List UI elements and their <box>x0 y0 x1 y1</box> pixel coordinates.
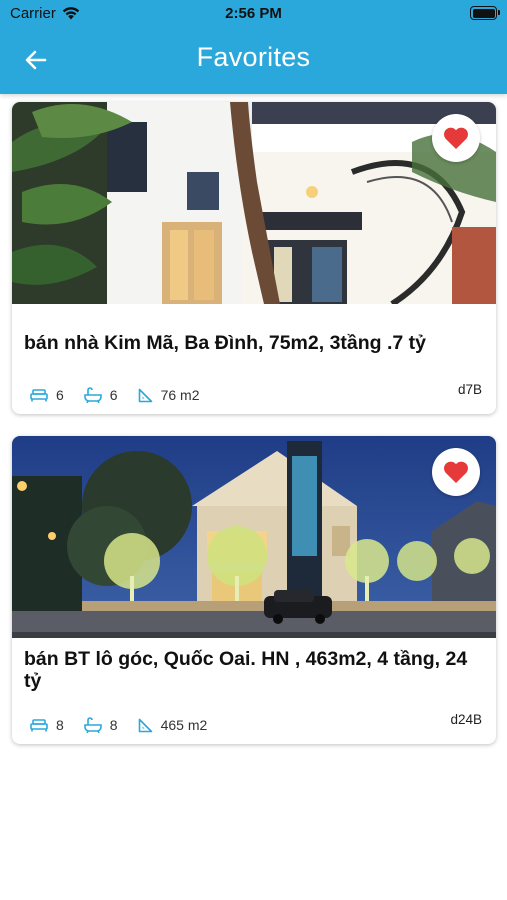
area-stat: 465 m2 <box>138 717 208 733</box>
set-square-icon <box>138 718 152 732</box>
bed-icon <box>30 389 48 402</box>
bedrooms-count: 6 <box>56 387 64 403</box>
bed-icon <box>30 719 48 732</box>
bathrooms-stat: 8 <box>83 717 118 733</box>
listing-card[interactable]: bán nhà Kim Mã, Ba Đình, 75m2, 3tầng .7 … <box>12 102 496 414</box>
page-title: Favorites <box>196 42 311 72</box>
nav-bar: Favorites <box>0 32 507 88</box>
bathrooms-stat: 6 <box>83 387 118 403</box>
area-value: 76 m2 <box>160 387 200 403</box>
bedrooms-stat: 6 <box>30 387 64 403</box>
bathtub-icon <box>83 387 102 403</box>
heart-icon <box>444 461 468 483</box>
house-interior-photo <box>12 102 496 304</box>
favorite-button[interactable] <box>432 114 480 162</box>
status-time: 2:56 PM <box>225 5 282 22</box>
bedrooms-stat: 8 <box>30 717 64 733</box>
bathtub-icon <box>83 717 102 733</box>
listing-photo <box>12 436 496 638</box>
battery-icon <box>470 6 500 20</box>
listing-photo <box>12 102 496 304</box>
listing-title: bán BT lô góc, Quốc Oai. HN , 463m2, 4 t… <box>24 648 468 692</box>
app-header: Carrier 2:56 PM Favorites <box>0 0 507 94</box>
listing-title: bán nhà Kim Mã, Ba Đình, 75m2, 3tầng .7 … <box>24 332 427 354</box>
bedrooms-count: 8 <box>56 717 64 733</box>
villa-night-photo <box>12 436 496 638</box>
set-square-icon <box>138 388 152 402</box>
listing-meta: 8 8 465 m2 d24B <box>12 706 496 744</box>
listing-card[interactable]: bán BT lô góc, Quốc Oai. HN , 463m2, 4 t… <box>12 436 496 744</box>
listing-code: d24B <box>450 712 482 727</box>
favorites-list: bán nhà Kim Mã, Ba Đình, 75m2, 3tầng .7 … <box>12 102 496 766</box>
heart-icon <box>444 127 468 149</box>
bathrooms-count: 6 <box>109 387 118 403</box>
bathrooms-count: 8 <box>109 717 118 733</box>
area-value: 465 m2 <box>160 717 208 733</box>
favorite-button[interactable] <box>432 448 480 496</box>
area-stat: 76 m2 <box>138 387 200 403</box>
listing-code: d7B <box>457 382 482 397</box>
status-bar: Carrier 2:56 PM <box>0 0 507 28</box>
listing-meta: 6 6 76 m2 d7B <box>12 376 496 414</box>
